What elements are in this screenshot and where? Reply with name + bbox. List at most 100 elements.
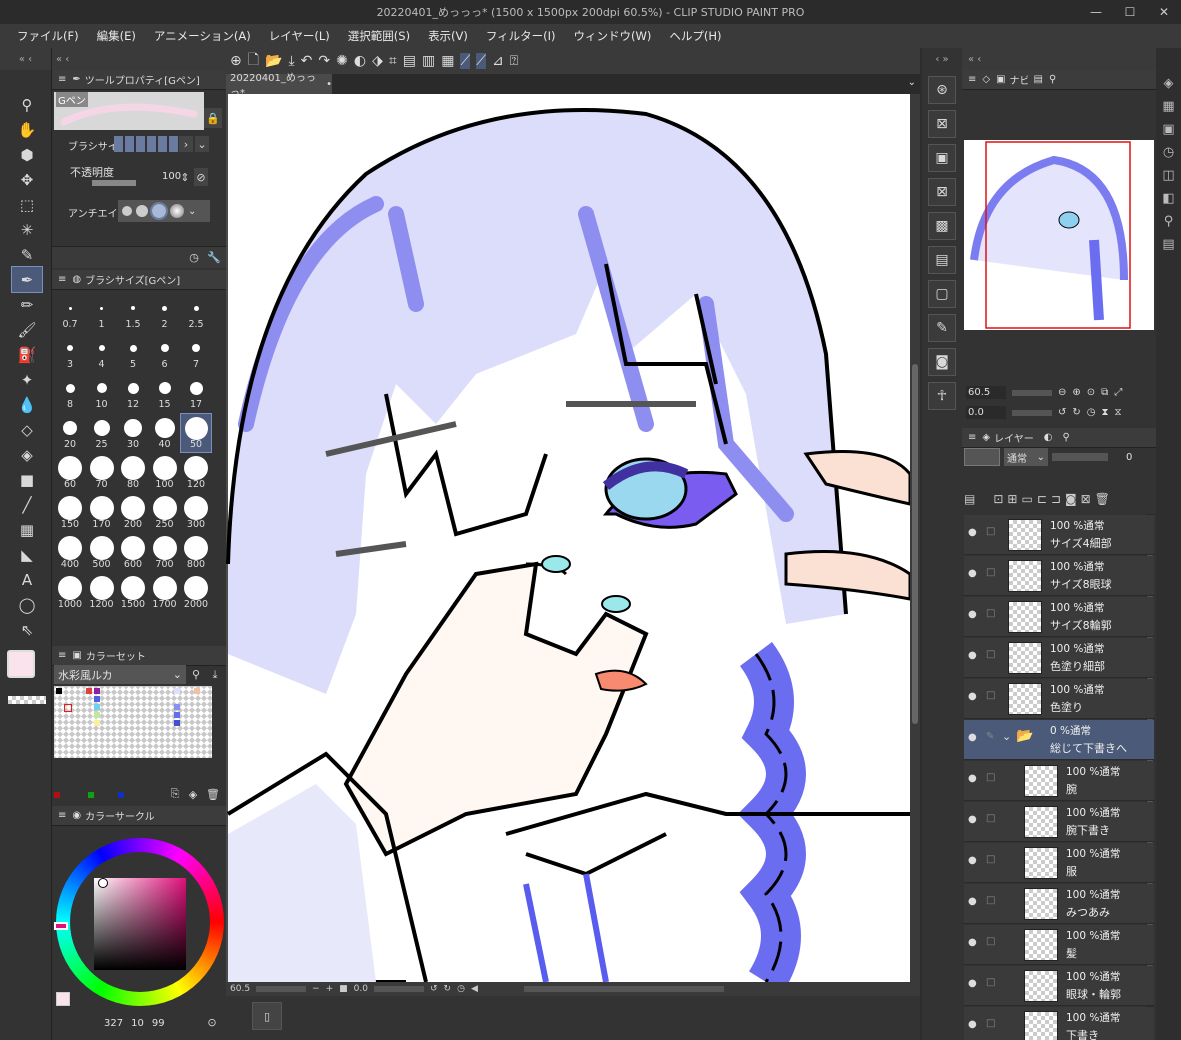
zoom-slider[interactable] — [256, 986, 307, 992]
snap-grid-icon[interactable]: ▦ — [441, 53, 454, 69]
lock-toggle-icon[interactable]: □ — [986, 608, 995, 619]
brush-size-option[interactable]: 500 — [87, 534, 117, 572]
layer-name[interactable]: 総じて下書きへ — [1050, 740, 1127, 756]
layer-name[interactable]: サイズ8眼球 — [1050, 576, 1112, 592]
visibility-eye-icon[interactable]: ● — [968, 691, 977, 702]
rotate-left-icon[interactable]: ↺ — [430, 984, 438, 994]
lock-toggle-icon[interactable]: □ — [986, 977, 995, 988]
layer-row[interactable]: ● □ 100 %通常 サイズ8眼球 — [964, 556, 1154, 596]
navigator-rotation-value[interactable]: 0.0 — [966, 406, 1006, 419]
lock-toggle-icon[interactable]: □ — [986, 1018, 995, 1029]
sidebar-layer-property-icon[interactable]: ◧ — [1162, 191, 1174, 206]
sidebar-palette-icon[interactable]: ▣ — [1162, 122, 1174, 137]
new-folder-icon[interactable]: ▭ — [1021, 492, 1032, 506]
decoration-tool-icon[interactable]: ✦ — [12, 367, 42, 392]
lock-toggle-icon[interactable]: □ — [986, 813, 995, 824]
layer-property-tab-icon[interactable]: ◐ — [1044, 432, 1053, 443]
text-tool-icon[interactable]: A — [12, 567, 42, 592]
brush-size-option[interactable]: 15 — [150, 374, 180, 412]
replace-color-icon[interactable]: ◈ — [186, 786, 200, 802]
nav-fit-window-icon[interactable]: ⧉ — [1101, 387, 1108, 398]
correct-line-tool-icon[interactable]: ⇖ — [12, 617, 42, 642]
brush-size-option[interactable]: 1.5 — [118, 294, 148, 332]
redo-icon[interactable]: ↷ — [318, 53, 330, 69]
clip-layer-icon[interactable]: ⊏ — [1037, 492, 1047, 506]
menu-view[interactable]: 表示(V) — [419, 28, 477, 44]
nav-actual-size-icon[interactable]: ⤢ — [1114, 387, 1122, 398]
menu-file[interactable]: ファイル(F) — [8, 28, 88, 44]
transparent-color-swatch[interactable] — [8, 696, 46, 704]
brush-size-option[interactable]: 4 — [87, 334, 117, 372]
layer-thumbnail[interactable] — [1024, 847, 1058, 879]
selection-tool-icon[interactable]: ⬚ — [12, 192, 42, 217]
nav-zoom-out-icon[interactable]: ⊖ — [1058, 387, 1066, 398]
layer-panel-toggle-icon[interactable]: ▯ — [252, 1002, 282, 1030]
pencil-tool-icon[interactable]: ✏ — [12, 292, 42, 317]
brush-size-option[interactable]: 12 — [118, 374, 148, 412]
nav-reset-rotate-icon[interactable]: ◷ — [1087, 407, 1096, 418]
nav-rotate-left-icon[interactable]: ↺ — [1058, 407, 1066, 418]
visibility-eye-icon[interactable]: ● — [968, 937, 977, 948]
mask-icon[interactable]: ◙ — [1065, 492, 1077, 506]
hue-cursor[interactable] — [54, 922, 68, 930]
object-tool-icon[interactable]: ⬢ — [12, 142, 42, 167]
brush-size-option[interactable]: 8 — [55, 374, 85, 412]
sidebar-layers-icon[interactable]: ▦ — [1162, 99, 1174, 114]
horizontal-scrollbar[interactable] — [523, 986, 724, 992]
fill-tool-icon[interactable]: ◈ — [12, 442, 42, 467]
edit-pen-icon[interactable]: ✎ — [986, 731, 994, 742]
reset-rotation-icon[interactable]: ◷ — [457, 984, 465, 994]
brush-size-option[interactable]: 3 — [55, 334, 85, 372]
pressure-icon[interactable]: ⊘ — [194, 168, 208, 186]
brush-size-expand-icon[interactable]: › — [179, 136, 193, 152]
collapse-icon[interactable]: « ‹ — [0, 48, 51, 70]
layer-opacity-value[interactable]: 0 — [1126, 452, 1132, 463]
brush-size-option[interactable]: 1700 — [150, 574, 180, 612]
layer-thumbnail[interactable] — [1024, 765, 1058, 797]
brush-size-option[interactable]: 800 — [181, 534, 211, 572]
visibility-eye-icon[interactable]: ● — [968, 609, 977, 620]
visibility-eye-icon[interactable]: ● — [968, 732, 977, 743]
blend-mode-dropdown[interactable]: 通常 ⌄ — [1004, 448, 1048, 466]
figure-icon[interactable]: ☥ — [928, 382, 956, 410]
pattern-icon[interactable]: ▩ — [928, 212, 956, 240]
fill-selection-icon[interactable]: ◐ — [354, 53, 366, 69]
balloon-tool-icon[interactable]: ◯ — [12, 592, 42, 617]
help-icon[interactable]: ⍰ — [510, 53, 518, 69]
navigator-zoom-value[interactable]: 60.5 — [966, 386, 1006, 399]
reference-layer-icon[interactable]: ⊐ — [1051, 492, 1061, 506]
layer-name[interactable]: 色塗り細部 — [1050, 658, 1105, 674]
ruler-snap-icon[interactable]: ⊿ — [492, 53, 504, 69]
brush-size-option[interactable]: 80 — [118, 454, 148, 492]
visibility-eye-icon[interactable]: ● — [968, 527, 977, 538]
sidebar-search-icon[interactable]: ⚲ — [1164, 214, 1174, 229]
folder-expand-icon[interactable]: ⌄ — [1002, 730, 1011, 743]
visibility-eye-icon[interactable]: ● — [968, 1019, 977, 1030]
layer-row[interactable]: ● □ 100 %通常 サイズ8輪郭 — [964, 597, 1154, 637]
brush-size-option[interactable]: 600 — [118, 534, 148, 572]
layer-thumbnail[interactable] — [1024, 806, 1058, 838]
layer-thumbnail[interactable] — [1024, 929, 1058, 961]
brush-size-option[interactable]: 50 — [180, 413, 212, 453]
layer-row[interactable]: ● □ 100 %通常服 — [964, 843, 1154, 883]
layer-name[interactable]: みつあみ — [1066, 904, 1110, 920]
open-file-icon[interactable]: 📂 — [265, 53, 282, 69]
navigator-tab-label[interactable]: ナビゲーター — [1010, 72, 1028, 87]
color-search-icon[interactable]: ⚲ — [188, 666, 204, 683]
eraser-tool-icon[interactable]: ◇ — [12, 417, 42, 442]
brush-size-slider[interactable] — [114, 136, 178, 152]
layer-name[interactable]: 服 — [1066, 863, 1077, 879]
layer-row[interactable]: ● □ 100 %通常 サイズ4細部 — [964, 515, 1154, 555]
lock-icon[interactable]: 🔒 — [204, 108, 222, 128]
zoom-readout[interactable]: 60.5 — [230, 984, 250, 994]
merge-icon[interactable]: ⊠ — [1081, 492, 1091, 506]
save-file-icon[interactable]: ⤓ — [288, 53, 294, 69]
minimize-icon[interactable]: — — [1079, 0, 1113, 24]
menu-help[interactable]: ヘルプ(H) — [660, 28, 730, 44]
new-raster-layer-icon[interactable]: ⊡ — [993, 492, 1003, 506]
snap-ruler-icon[interactable]: ▤ — [403, 53, 416, 69]
brush-size-option[interactable]: 25 — [87, 414, 117, 452]
layer-name[interactable]: サイズ4細部 — [1050, 535, 1112, 551]
visibility-eye-icon[interactable]: ● — [968, 814, 977, 825]
layer-row[interactable]: ● □ 100 %通常髪 — [964, 925, 1154, 965]
